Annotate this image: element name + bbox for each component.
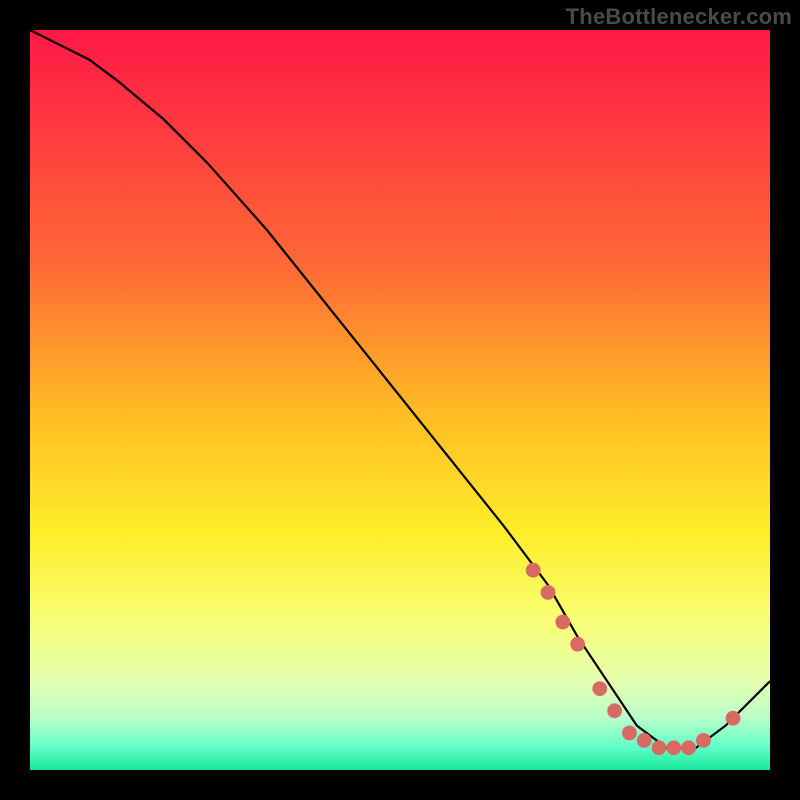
marker-dot <box>622 726 637 741</box>
marker-dot <box>696 733 711 748</box>
watermark-text: TheBottlenecker.com <box>566 4 792 30</box>
marker-dot <box>526 563 541 578</box>
marker-dot <box>541 585 556 600</box>
plot-area <box>30 30 770 770</box>
marker-dot <box>652 740 667 755</box>
marker-dot <box>592 681 607 696</box>
marker-dot <box>681 740 696 755</box>
gradient-background <box>30 30 770 770</box>
marker-dot <box>666 740 681 755</box>
marker-dot <box>637 733 652 748</box>
marker-dot <box>570 637 585 652</box>
marker-dot <box>607 703 622 718</box>
chart-svg <box>30 30 770 770</box>
chart-frame: TheBottlenecker.com <box>0 0 800 800</box>
marker-dot <box>726 711 741 726</box>
marker-dot <box>555 615 570 630</box>
